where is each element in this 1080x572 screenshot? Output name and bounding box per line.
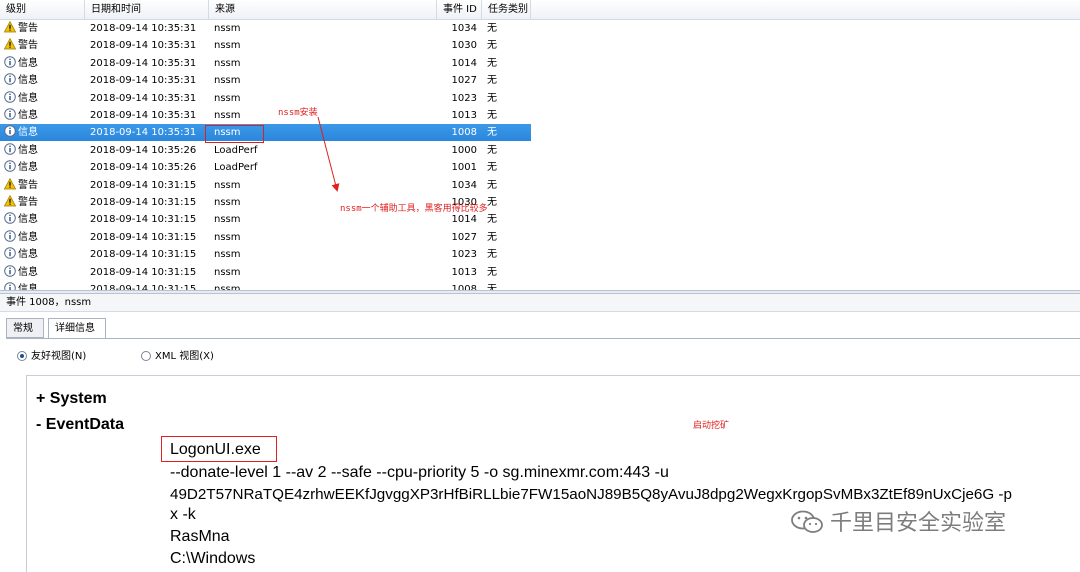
watermark-text: 千里目安全实验室 — [830, 511, 1007, 536]
radio-unselected-icon — [141, 351, 151, 361]
watermark: 千里目安全实验室 — [790, 510, 1006, 538]
system-node[interactable]: + System — [36, 390, 107, 408]
radio-selected-icon — [17, 351, 27, 361]
eventdata-line-2: --donate-level 1 --av 2 --safe --cpu-pri… — [170, 464, 669, 481]
arrow-nssm — [317, 116, 340, 192]
radio-xml-label: XML 视图(X) — [155, 351, 214, 362]
wechat-icon — [791, 510, 823, 533]
eventdata-line-5: RasMna — [170, 528, 230, 545]
detail-title: 事件 1008，nssm — [0, 294, 1080, 312]
radio-friendly-view[interactable]: 友好视图(N) — [17, 350, 86, 364]
tab-general[interactable]: 常规 — [6, 318, 44, 338]
eventdata-line-4: x -k — [170, 506, 196, 523]
tab-details[interactable]: 详细信息 — [48, 318, 106, 339]
eventdata-line-1: LogonUI.exe — [170, 441, 261, 458]
eventdata-line-6: C:\Windows — [170, 550, 256, 567]
radio-friendly-label: 友好视图(N) — [31, 351, 87, 362]
eventdata-line-3: 49D2T57NRaTQE4zrhwEEKfJgvggXP3rHfBiRLLbi… — [170, 486, 1012, 503]
radio-xml-view[interactable]: XML 视图(X) — [141, 350, 214, 364]
eventdata-node[interactable]: - EventData — [36, 416, 124, 434]
annotation-start-mining: 启动挖矿 — [693, 421, 730, 431]
